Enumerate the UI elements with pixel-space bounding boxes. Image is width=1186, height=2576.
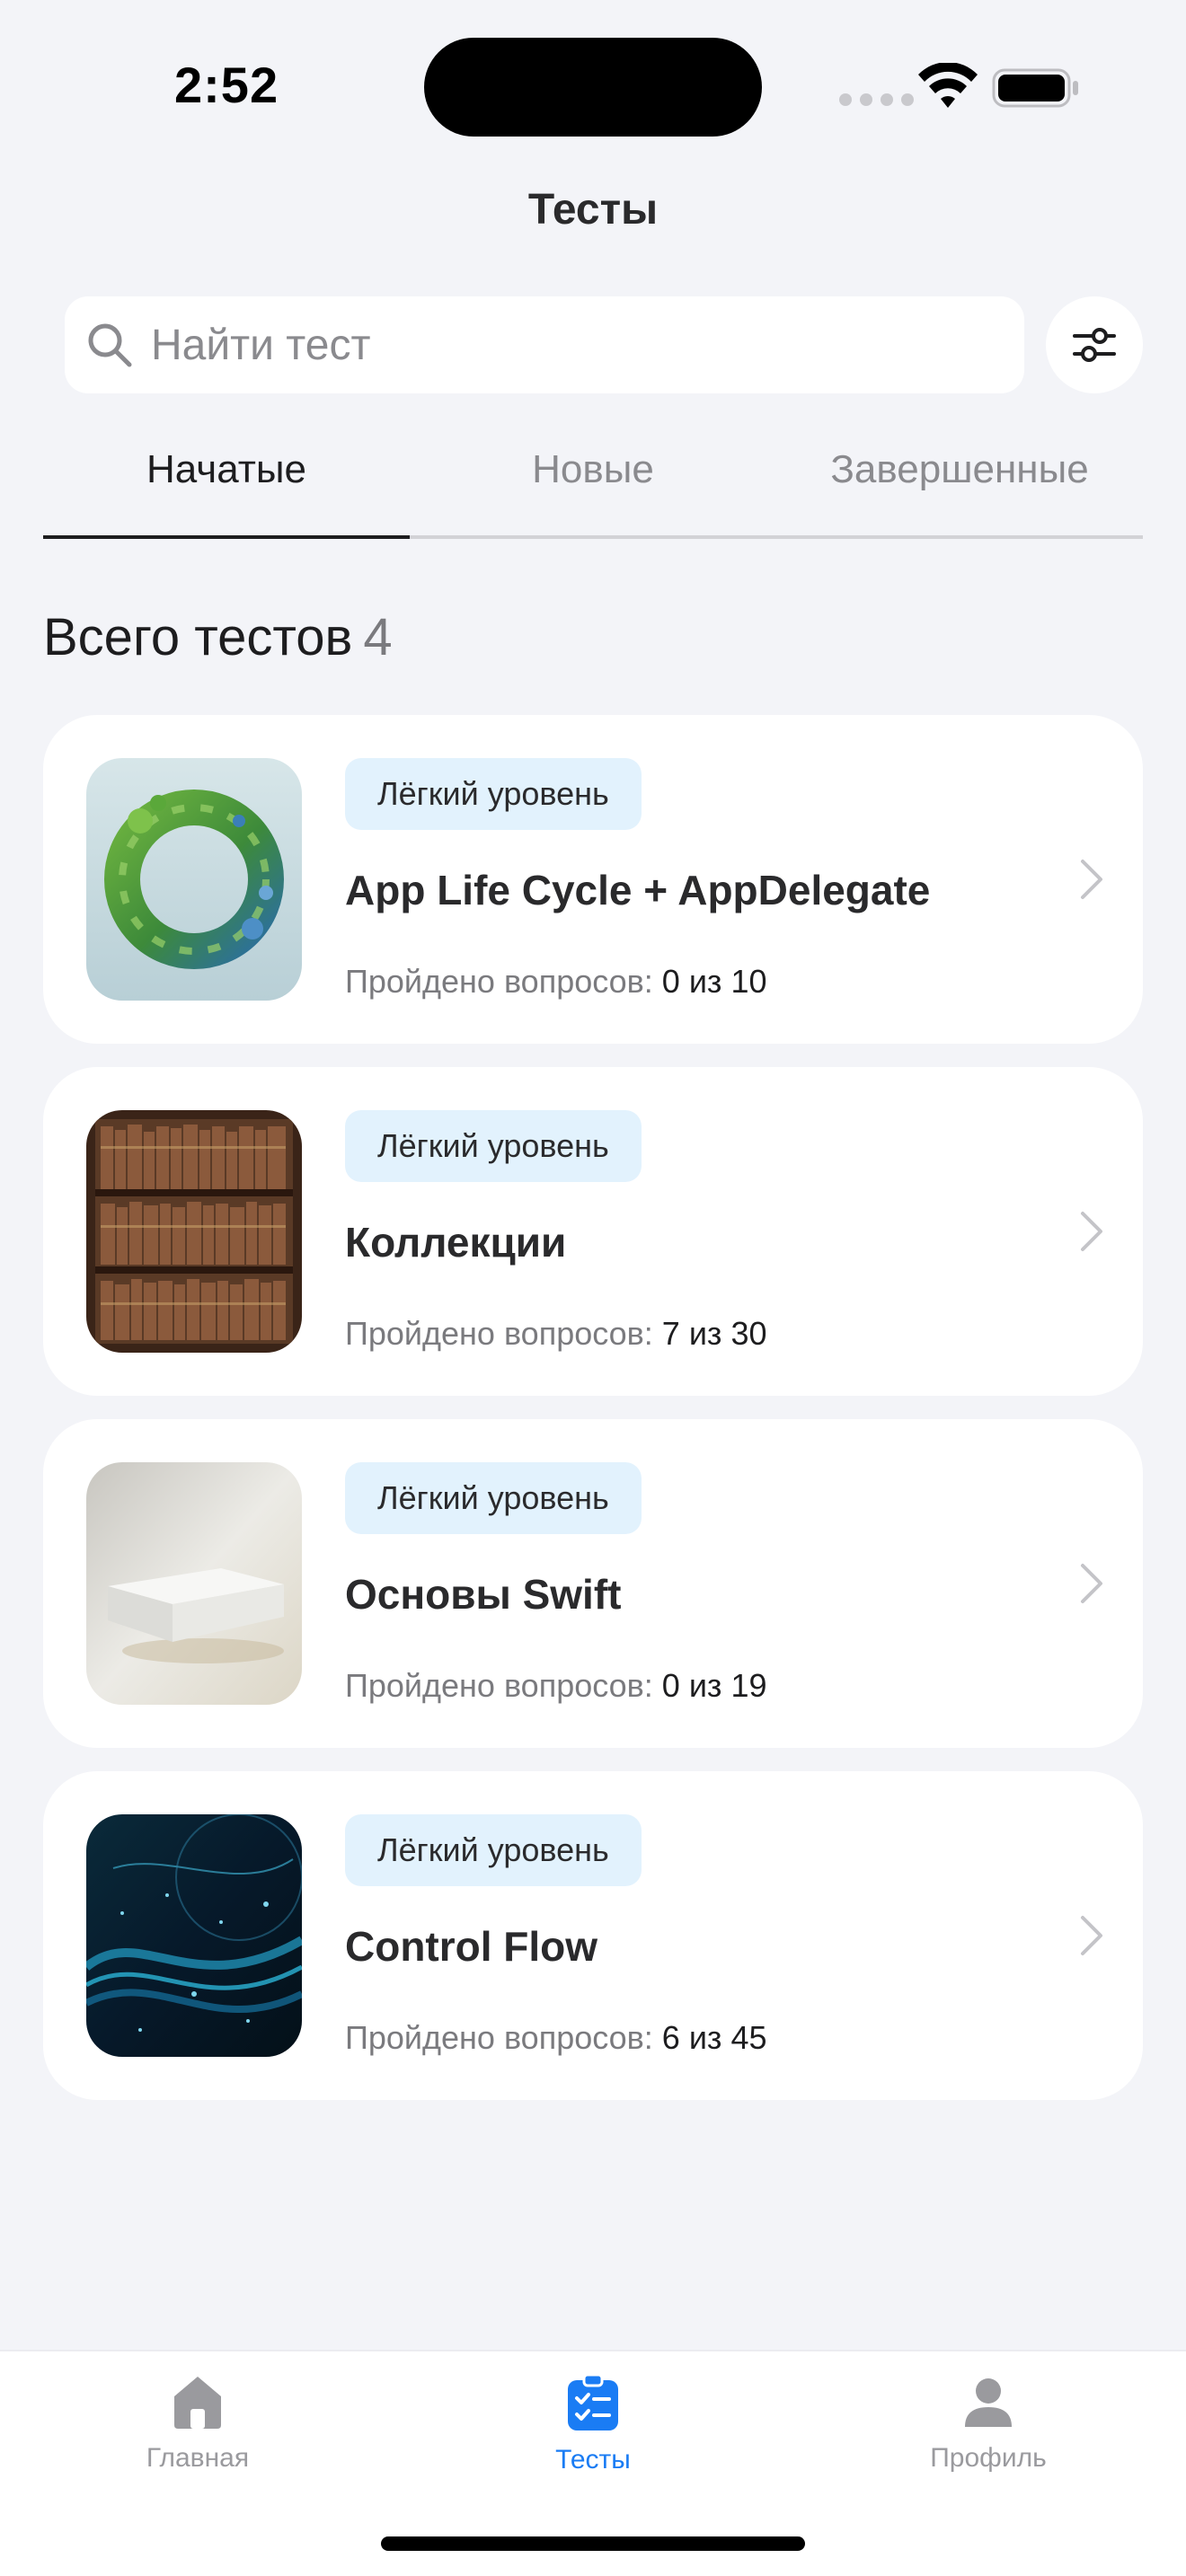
test-thumbnail-image: [86, 1814, 302, 2057]
tab-started[interactable]: Начатые: [43, 438, 410, 539]
cellular-signal-icon: [839, 93, 914, 106]
tabbar-item-tests[interactable]: Тесты: [485, 2373, 701, 2475]
tabbar-item-home[interactable]: Главная: [90, 2373, 305, 2474]
chevron-right-icon: [1081, 1564, 1102, 1603]
total-tests-count: 4: [363, 608, 393, 666]
dynamic-island: [424, 38, 762, 137]
profile-icon: [965, 2378, 1012, 2427]
filter-button[interactable]: [1046, 296, 1143, 393]
search-icon: [88, 323, 132, 367]
level-badge: Лёгкий уровень: [345, 1462, 642, 1534]
questions-progress: Пройдено вопросов: 0 из 10: [345, 963, 766, 1001]
questions-progress: Пройдено вопросов: 7 из 30: [345, 1315, 766, 1353]
test-card[interactable]: Лёгкий уровень Основы Swift Пройдено воп…: [43, 1419, 1143, 1748]
total-tests-heading: Всего тестов 4: [43, 607, 393, 667]
test-card[interactable]: Лёгкий уровень Коллекции Пройдено вопрос…: [43, 1067, 1143, 1396]
progress-value: 0 из 10: [661, 963, 767, 1000]
tabbar-label: Тесты: [555, 2445, 631, 2475]
total-tests-label: Всего тестов: [43, 608, 353, 666]
progress-value: 7 из 30: [661, 1315, 767, 1352]
tests-screen: 2:52 Тесты Начатые Новые Завершенные: [0, 0, 1186, 2576]
search-box[interactable]: [65, 296, 1024, 393]
progress-label: Пройдено вопросов:: [345, 1315, 653, 1352]
page-title: Тесты: [527, 186, 659, 234]
test-thumbnail-image: [86, 1462, 302, 1705]
search-input[interactable]: [151, 296, 996, 393]
progress-label: Пройдено вопросов:: [345, 2019, 653, 2056]
test-title: Коллекции: [345, 1219, 567, 1266]
progress-value: 6 из 45: [661, 2019, 767, 2056]
segment-tabs: Начатые Новые Завершенные: [43, 438, 1143, 539]
chevron-right-icon: [1081, 1916, 1102, 1955]
chevron-right-icon: [1081, 860, 1102, 899]
home-indicator[interactable]: [381, 2536, 805, 2551]
home-icon: [174, 2377, 221, 2429]
filter-sliders-icon: [1073, 328, 1116, 362]
level-badge: Лёгкий уровень: [345, 758, 642, 830]
progress-label: Пройдено вопросов:: [345, 1667, 653, 1704]
test-title: App Life Cycle + AppDelegate: [345, 867, 931, 913]
tabbar-label: Профиль: [930, 2443, 1047, 2473]
status-time: 2:52: [174, 57, 279, 113]
battery-icon: [992, 68, 1078, 108]
questions-progress: Пройдено вопросов: 0 из 19: [345, 1667, 766, 1705]
test-card[interactable]: Лёгкий уровень App Life Cycle + AppDeleg…: [43, 715, 1143, 1044]
tests-clipboard-icon: [568, 2373, 618, 2430]
tab-completed[interactable]: Завершенные: [776, 438, 1143, 535]
tabbar-label: Главная: [146, 2443, 250, 2473]
test-card[interactable]: Лёгкий уровень Control Flow Пройдено воп…: [43, 1771, 1143, 2100]
questions-progress: Пройдено вопросов: 6 из 45: [345, 2019, 766, 2057]
tab-new[interactable]: Новые: [410, 438, 776, 535]
level-badge: Лёгкий уровень: [345, 1110, 642, 1182]
progress-value: 0 из 19: [661, 1667, 767, 1704]
test-title: Control Flow: [345, 1923, 598, 1970]
tabbar-item-profile[interactable]: Профиль: [881, 2373, 1096, 2474]
test-thumbnail-image: [86, 758, 302, 1001]
chevron-right-icon: [1081, 1212, 1102, 1251]
test-thumbnail-image: [86, 1110, 302, 1353]
progress-label: Пройдено вопросов:: [345, 963, 653, 1000]
level-badge: Лёгкий уровень: [345, 1814, 642, 1886]
test-title: Основы Swift: [345, 1571, 622, 1618]
wifi-icon: [918, 63, 978, 108]
